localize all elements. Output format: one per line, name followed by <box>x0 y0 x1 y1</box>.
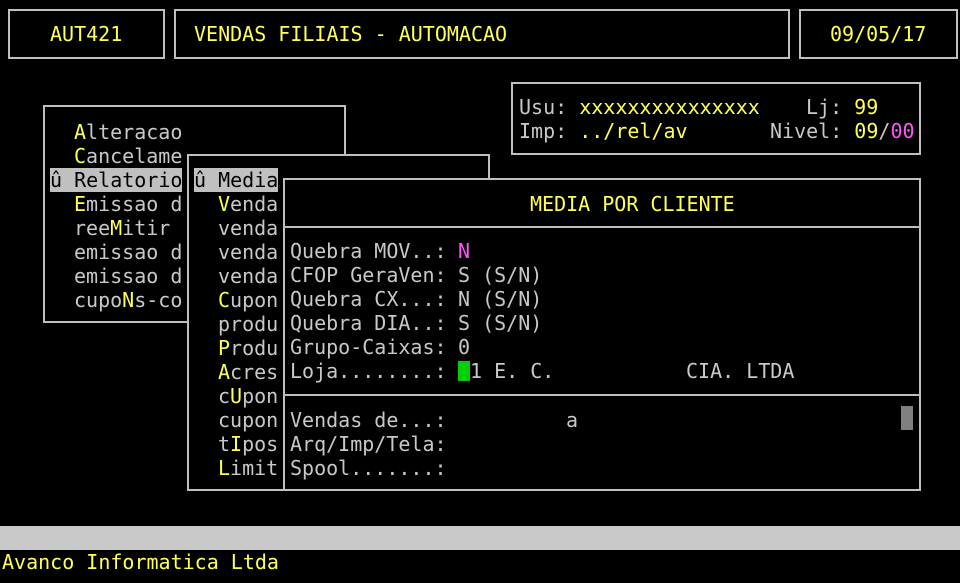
lj-value: 99 <box>854 95 879 119</box>
submenu-item-cupon-2[interactable]: cUpon <box>218 384 278 408</box>
dialog-divider-top <box>285 226 919 228</box>
quebra-mov-field[interactable]: N <box>458 239 470 263</box>
submenu-item-tipos[interactable]: tIpos <box>218 432 278 456</box>
nivel-sep: / <box>878 119 891 143</box>
menu-item-emissao-2[interactable]: emissao d <box>74 240 182 264</box>
menu-item-emissao[interactable]: Emissao d <box>74 192 182 216</box>
scroll-indicator[interactable] <box>901 406 913 430</box>
nivel-label: Nivel: <box>770 119 843 143</box>
user-label: Usu: <box>519 95 568 119</box>
cfop-label: CFOP GeraVen: <box>290 263 447 287</box>
imp-value: ../rel/av <box>579 119 688 143</box>
menu-item-reemitir[interactable]: reeMitir <box>74 216 170 240</box>
submenu-item-limit[interactable]: Limit <box>218 456 278 480</box>
submenu-item-vendas[interactable]: Venda <box>218 192 278 216</box>
submenu-item-venda-2[interactable]: venda <box>218 240 278 264</box>
quebra-cx-label: Quebra CX...: <box>290 287 447 311</box>
program-code: AUT421 <box>50 22 123 46</box>
quebra-mov-label: Quebra MOV..: <box>290 239 447 263</box>
submenu-item-produ-1[interactable]: produ <box>218 312 278 336</box>
submenu-item-media[interactable]: û Media <box>194 168 279 192</box>
submenu-item-produ-2[interactable]: Produ <box>218 336 278 360</box>
dialog-title: MEDIA POR CLIENTE <box>530 192 735 216</box>
lj-label: Lj: <box>806 95 843 119</box>
app-title: VENDAS FILIAIS - AUTOMACAO <box>194 22 508 46</box>
quebra-cx-field[interactable]: N (S/N) <box>458 287 542 311</box>
dialog-divider-bottom <box>285 394 919 396</box>
vendas-range-sep: a <box>566 408 579 432</box>
date: 09/05/17 <box>830 22 927 46</box>
title-box: VENDAS FILIAIS - AUTOMACAO <box>174 9 790 59</box>
user-info-box: Usu: xxxxxxxxxxxxxxx Lj: 99 Imp: ../rel/… <box>511 82 921 155</box>
nivel-value-a: 09 <box>854 119 879 143</box>
loja-field[interactable]: 1 E. C. <box>470 359 554 383</box>
date-box: 09/05/17 <box>799 9 958 59</box>
cfop-field[interactable]: S (S/N) <box>458 263 542 287</box>
submenu-item-venda-1[interactable]: venda <box>218 216 278 240</box>
menu-item-emissao-3[interactable]: emissao d <box>74 264 182 288</box>
program-code-box: AUT421 <box>8 9 165 59</box>
arq-imp-tela-label: Arq/Imp/Tela: <box>290 432 447 456</box>
menu-item-relatorio[interactable]: û Relatorio <box>50 168 183 192</box>
nivel-row: Nivel: 09/00 <box>770 119 915 143</box>
lj-row: Lj: 99 <box>806 95 878 119</box>
text-cursor <box>458 361 470 381</box>
media-dialog: MEDIA POR CLIENTE Quebra MOV..: N CFOP G… <box>283 178 921 491</box>
grupo-caixas-field[interactable]: 0 <box>458 335 470 359</box>
submenu-item-cupon[interactable]: Cupon <box>218 288 278 312</box>
grupo-caixas-label: Grupo-Caixas: <box>290 335 447 359</box>
footer-company: Avanco Informatica Ltda <box>2 550 279 574</box>
submenu-item-venda-3[interactable]: venda <box>218 264 278 288</box>
quebra-dia-label: Quebra DIA..: <box>290 311 447 335</box>
submenu-item-acres[interactable]: Acres <box>218 360 278 384</box>
nivel-value-b: 00 <box>890 119 915 143</box>
submenu-item-cupon-3[interactable]: cupon <box>218 408 278 432</box>
user-value: xxxxxxxxxxxxxxx <box>579 95 760 119</box>
imp-row: Imp: ../rel/av <box>519 119 688 143</box>
imp-label: Imp: <box>519 119 568 143</box>
vendas-de-label: Vendas de...: <box>290 408 447 432</box>
loja-label: Loja........: <box>290 359 447 383</box>
menu-item-cancelamento[interactable]: Cancelame <box>74 144 182 168</box>
loja-name: CIA. LTDA <box>686 359 795 383</box>
menu-item-cupons[interactable]: cupoNs-co <box>74 288 182 312</box>
spool-label: Spool.......: <box>290 456 447 480</box>
quebra-dia-field[interactable]: S (S/N) <box>458 311 542 335</box>
user-row: Usu: xxxxxxxxxxxxxxx <box>519 95 760 119</box>
menu-item-alteracao[interactable]: Alteracao <box>74 120 182 144</box>
status-bar <box>0 526 960 550</box>
